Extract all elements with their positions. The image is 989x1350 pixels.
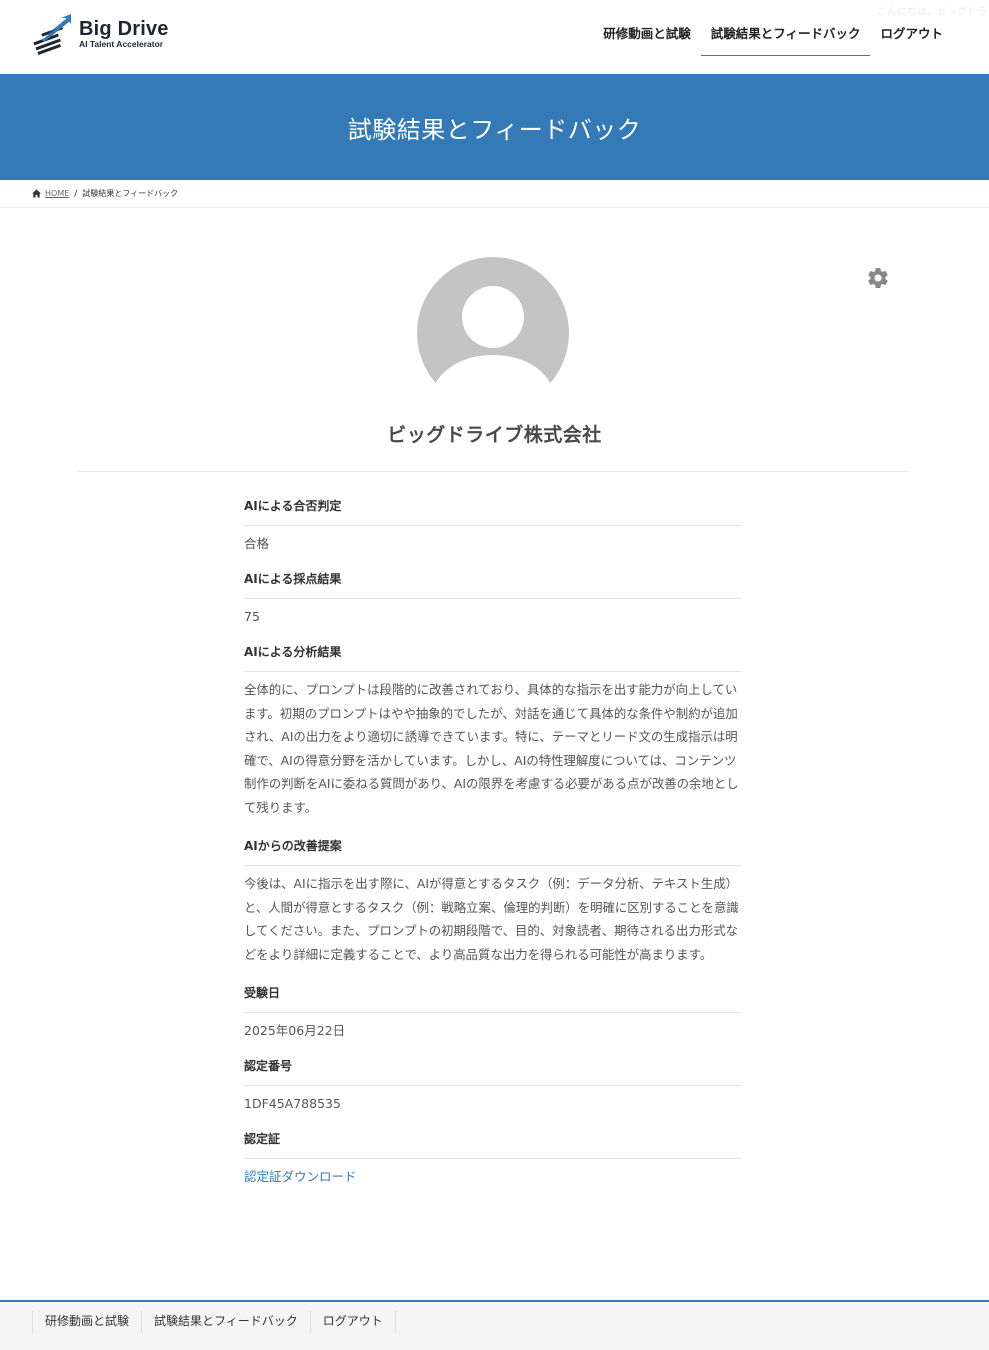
field-score: AIによる採点結果 75 — [244, 564, 741, 637]
site-logo[interactable]: Big Drive AI Talent Accelerator — [31, 12, 181, 56]
site-footer: 研修動画と試験 試験結果とフィードバック ログアウト — [0, 1300, 989, 1350]
field-label: AIによる分析結果 — [244, 645, 342, 659]
field-cert-number: 認定番号 1DF45A788535 — [244, 1051, 741, 1124]
cert-number-value: 1DF45A788535 — [244, 1096, 341, 1111]
nav-item-training[interactable]: 研修動画と試験 — [593, 16, 701, 56]
judgement-value: 合格 — [244, 536, 270, 551]
field-judgement: AIによる合否判定 合格 — [244, 491, 741, 564]
field-label: 受験日 — [244, 986, 281, 1000]
footer-item-logout[interactable]: ログアウト — [311, 1311, 396, 1333]
breadcrumb: HOME / 試験結果とフィードバック — [0, 180, 989, 208]
score-value: 75 — [244, 609, 260, 624]
field-label: 認定証 — [244, 1132, 281, 1146]
footer-item-training[interactable]: 研修動画と試験 — [33, 1311, 143, 1333]
field-label: AIからの改善提案 — [244, 839, 342, 853]
certificate-value: 認定証ダウンロード — [244, 1159, 741, 1197]
footer-nav: 研修動画と試験 試験結果とフィードバック ログアウト — [32, 1311, 396, 1333]
field-exam-date: 受験日 2025年06月22日 — [244, 978, 741, 1051]
home-icon — [32, 189, 41, 198]
field-label: 認定番号 — [244, 1059, 293, 1073]
footer-item-results[interactable]: 試験結果とフィードバック — [142, 1311, 311, 1333]
company-name: ビッグドライブ株式会社 — [387, 424, 602, 446]
result-details: AIによる合否判定 合格 AIによる採点結果 75 AIによる分析結果 全体的に… — [244, 491, 741, 1197]
breadcrumb-home-link[interactable]: HOME — [45, 189, 69, 198]
logo-tagline: AI Talent Accelerator — [79, 38, 164, 49]
logo-mark-icon — [33, 14, 71, 55]
gear-icon[interactable] — [866, 266, 890, 290]
nav-item-logout[interactable]: ログアウト — [870, 16, 953, 56]
page-title: 試験結果とフィードバック — [347, 115, 642, 144]
site-header: こんにちは、ビッグドラ Big Drive AI Talent Accelera… — [0, 0, 989, 74]
nav-item-results[interactable]: 試験結果とフィードバック — [700, 16, 871, 56]
field-suggestion: AIからの改善提案 今後は、AIに指示を出す際に、AIが得意とするタスク（例：デ… — [244, 831, 741, 978]
page-banner: 試験結果とフィードバック — [0, 74, 989, 180]
exam-date-value: 2025年06月22日 — [244, 1023, 346, 1038]
profile-divider — [78, 471, 908, 472]
breadcrumb-current: 試験結果とフィードバック — [82, 189, 179, 198]
field-label: AIによる合否判定 — [244, 499, 342, 513]
breadcrumb-separator: / — [74, 188, 78, 199]
field-label: AIによる採点結果 — [244, 572, 342, 586]
field-analysis: AIによる分析結果 全体的に、プロンプトは段階的に改善されており、具体的な指示を… — [244, 637, 741, 831]
logo-name: Big Drive — [79, 17, 169, 40]
analysis-value: 全体的に、プロンプトは段階的に改善されており、具体的な指示を出す能力が向上してい… — [244, 682, 739, 815]
certificate-download-link[interactable]: 認定証ダウンロード — [244, 1169, 357, 1184]
field-certificate: 認定証 認定証ダウンロード — [244, 1124, 741, 1197]
global-nav: 研修動画と試験 試験結果とフィードバック ログアウト — [593, 16, 953, 56]
avatar-placeholder-icon — [417, 257, 569, 393]
suggestion-value: 今後は、AIに指示を出す際に、AIが得意とするタスク（例：データ分析、テキスト生… — [244, 876, 739, 962]
